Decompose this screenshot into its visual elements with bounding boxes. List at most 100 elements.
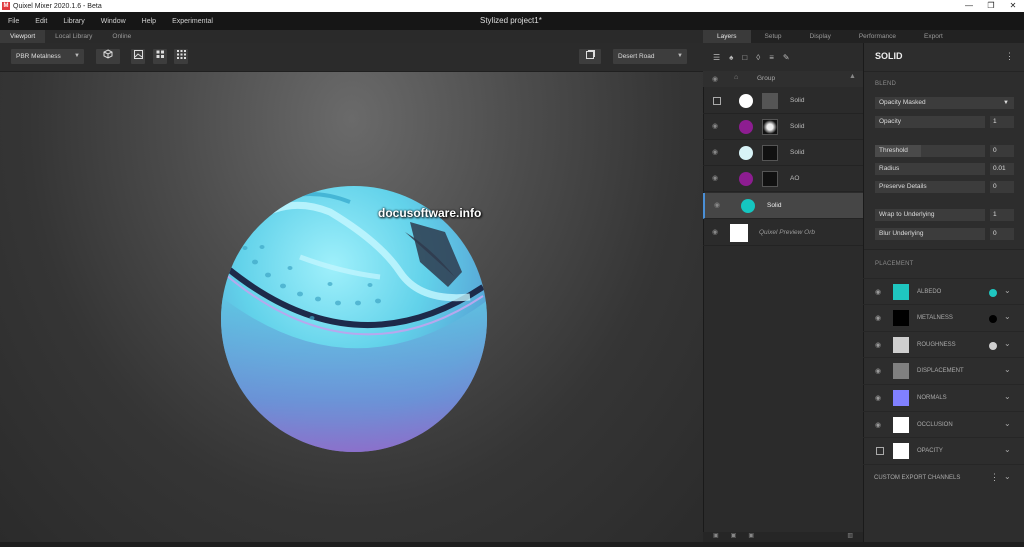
eye-icon[interactable]: ◉ <box>712 148 718 156</box>
layer-row[interactable]: Solid <box>703 88 863 114</box>
cube-view-button[interactable] <box>96 49 120 64</box>
eye-icon[interactable]: ◉ <box>875 341 881 349</box>
channel-color-dot[interactable] <box>989 289 997 297</box>
blur-underlying-value[interactable]: 0 <box>990 228 1014 240</box>
menu-file[interactable]: File <box>0 18 27 25</box>
channel-row-roughness[interactable]: ◉ ROUGHNESS ⌄ <box>863 331 1024 357</box>
eye-icon[interactable]: ◉ <box>875 367 881 375</box>
duplicate-icon[interactable]: ▣ <box>731 532 737 542</box>
chevron-down-icon[interactable]: ⌄ <box>1004 286 1011 295</box>
threshold-slider[interactable]: Threshold <box>875 145 985 157</box>
menu-help[interactable]: Help <box>134 18 164 25</box>
visibility-checkbox[interactable] <box>876 447 884 455</box>
channel-swatch[interactable] <box>893 363 909 379</box>
tab-local-library[interactable]: Local Library <box>45 30 102 43</box>
menu-window[interactable]: Window <box>93 18 134 25</box>
layer-row[interactable]: ◉ Solid <box>703 114 863 140</box>
visibility-checkbox[interactable] <box>713 97 721 105</box>
custom-export-channels-row[interactable]: CUSTOM EXPORT CHANNELS ⋮ ⌄ <box>863 464 1024 490</box>
close-button[interactable]: ✕ <box>1002 0 1024 12</box>
layer-color-swatch[interactable] <box>739 146 753 160</box>
tab-display[interactable]: Display <box>796 30 845 43</box>
layer-color-swatch[interactable] <box>739 94 753 108</box>
chevron-down-icon[interactable]: ⌄ <box>1004 419 1011 428</box>
image-view-button[interactable] <box>131 49 145 64</box>
grid-2x2-button[interactable] <box>153 49 167 64</box>
brush-icon[interactable]: ✎ <box>783 53 790 62</box>
channel-color-dot[interactable] <box>989 342 997 350</box>
minimize-button[interactable]: — <box>958 0 980 12</box>
layer-row[interactable]: ◉ Quixel Preview Orb <box>703 220 863 246</box>
grid-3x3-button[interactable] <box>174 49 188 64</box>
channel-swatch[interactable] <box>893 417 909 433</box>
layout-button[interactable] <box>579 49 601 64</box>
layer-color-swatch[interactable] <box>739 120 753 134</box>
blend-mode-dropdown[interactable]: Opacity Masked ▼ <box>875 97 1014 109</box>
tab-export[interactable]: Export <box>910 30 957 43</box>
opacity-slider[interactable]: Opacity <box>875 116 985 128</box>
add-icon[interactable]: ▣ <box>713 532 719 542</box>
eye-icon[interactable]: ◉ <box>875 421 881 429</box>
layer-row-selected[interactable]: ◉ Solid <box>703 193 863 219</box>
menu-experimental[interactable]: Experimental <box>164 18 221 25</box>
layer-color-swatch[interactable] <box>741 199 755 213</box>
opacity-value[interactable]: 1 <box>990 116 1014 128</box>
layer-row[interactable]: ◉ Solid <box>703 140 863 166</box>
layer-color-swatch[interactable] <box>730 224 748 242</box>
filter-layer-icon[interactable]: ≡ <box>769 53 774 62</box>
tab-setup[interactable]: Setup <box>751 30 796 43</box>
menu-library[interactable]: Library <box>55 18 92 25</box>
eye-icon[interactable]: ◉ <box>712 75 718 83</box>
viewport-canvas[interactable] <box>0 72 703 542</box>
tab-viewport[interactable]: Viewport <box>0 30 46 43</box>
threshold-value[interactable]: 0 <box>990 145 1014 157</box>
blur-underlying-slider[interactable]: Blur Underlying <box>875 228 985 240</box>
chevron-down-icon[interactable]: ⌄ <box>1004 392 1011 401</box>
channel-swatch[interactable] <box>893 284 909 300</box>
radius-slider[interactable]: Radius <box>875 163 985 175</box>
channel-swatch[interactable] <box>893 310 909 326</box>
channel-row-occlusion[interactable]: ◉ OCCLUSION ⌄ <box>863 411 1024 437</box>
trash-icon[interactable]: ▥ <box>847 532 853 542</box>
preserve-details-value[interactable]: 0 <box>990 181 1014 193</box>
environment-dropdown[interactable]: Desert Road ▼ <box>613 49 687 64</box>
channel-swatch[interactable] <box>893 390 909 406</box>
radius-value[interactable]: 0.01 <box>990 163 1014 175</box>
eye-icon[interactable]: ◉ <box>712 228 718 236</box>
add-layer-icon[interactable]: ☰ <box>713 53 720 62</box>
drop-layer-icon[interactable]: ◊ <box>756 53 760 62</box>
eye-icon[interactable]: ◉ <box>712 122 718 130</box>
group-icon[interactable]: ▣ <box>748 532 754 542</box>
eye-icon[interactable]: ◉ <box>714 201 720 209</box>
channel-row-metalness[interactable]: ◉ METALNESS ⌄ <box>863 304 1024 330</box>
eye-icon[interactable]: ◉ <box>712 174 718 182</box>
eye-icon[interactable]: ◉ <box>875 394 881 402</box>
kebab-menu-icon[interactable]: ⋮ <box>990 472 999 483</box>
layer-mask-thumbnail[interactable] <box>762 119 778 135</box>
wrap-to-underlying-value[interactable]: 1 <box>990 209 1014 221</box>
eye-icon[interactable]: ◉ <box>875 314 881 322</box>
chevron-down-icon[interactable]: ⌄ <box>1004 312 1011 321</box>
channel-row-opacity[interactable]: OPACITY ⌄ <box>863 437 1024 463</box>
tab-performance[interactable]: Performance <box>845 30 910 43</box>
chevron-up-icon[interactable]: ▲ <box>849 73 856 80</box>
kebab-menu-icon[interactable]: ⋮ <box>1005 51 1014 62</box>
group-row[interactable]: ◉ ⌂ Group ▲ <box>703 71 863 87</box>
shading-mode-dropdown[interactable]: PBR Metalness ▼ <box>11 49 84 64</box>
surface-layer-icon[interactable]: □ <box>742 53 747 62</box>
chevron-down-icon[interactable]: ⌄ <box>1004 365 1011 374</box>
channel-swatch[interactable] <box>893 443 909 459</box>
chevron-down-icon[interactable]: ⌄ <box>1004 445 1011 454</box>
channel-color-dot[interactable] <box>989 315 997 323</box>
preserve-details-slider[interactable]: Preserve Details <box>875 181 985 193</box>
chevron-down-icon[interactable]: ⌄ <box>1004 472 1011 481</box>
eye-icon[interactable]: ◉ <box>875 288 881 296</box>
menu-edit[interactable]: Edit <box>27 18 55 25</box>
layer-row[interactable]: ◉ AO <box>703 166 863 192</box>
layer-mask-thumbnail[interactable] <box>762 93 778 109</box>
chevron-down-icon[interactable]: ⌄ <box>1004 339 1011 348</box>
channel-swatch[interactable] <box>893 337 909 353</box>
channel-row-displacement[interactable]: ◉ DISPLACEMENT ⌄ <box>863 357 1024 383</box>
tab-layers[interactable]: Layers <box>703 30 751 43</box>
layer-mask-thumbnail[interactable] <box>762 145 778 161</box>
